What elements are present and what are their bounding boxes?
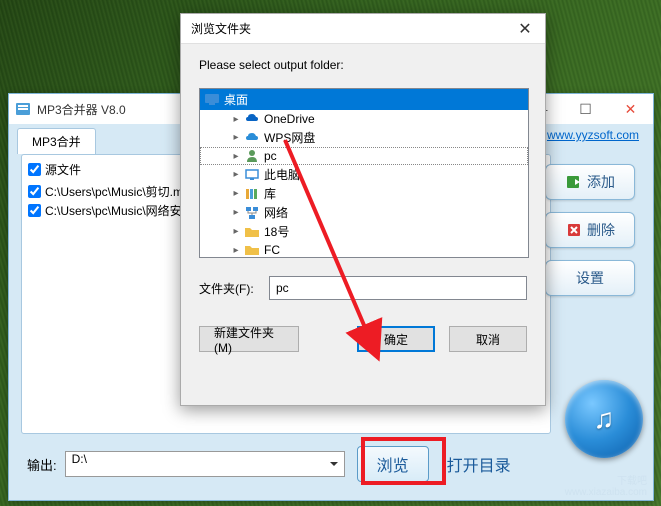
dialog-titlebar[interactable]: 浏览文件夹 ✕ bbox=[181, 14, 545, 44]
desktop-icon bbox=[204, 92, 220, 108]
folder-icon bbox=[244, 242, 260, 258]
tree-item[interactable]: ▸WPS网盘 bbox=[200, 128, 528, 147]
app-icon bbox=[15, 101, 31, 117]
file-header-label: 源文件 bbox=[45, 161, 81, 178]
cloud-icon bbox=[244, 130, 260, 146]
folder-name-input[interactable] bbox=[269, 276, 527, 300]
watermark: 下载吧 www.xiazaiba.com bbox=[565, 476, 647, 498]
expand-icon[interactable]: ▸ bbox=[230, 132, 242, 144]
disc-icon: ♫ bbox=[565, 380, 643, 458]
maximize-button[interactable]: ☐ bbox=[563, 94, 608, 124]
music-note-icon: ♫ bbox=[594, 403, 615, 435]
expand-icon[interactable]: ▸ bbox=[230, 150, 242, 162]
folder-field-label: 文件夹(F): bbox=[199, 280, 269, 297]
cancel-button[interactable]: 取消 bbox=[449, 326, 527, 352]
output-label: 输出: bbox=[27, 455, 57, 474]
tree-root[interactable]: 桌面 bbox=[200, 89, 528, 110]
expand-icon[interactable]: ▸ bbox=[230, 169, 242, 181]
cloud-icon bbox=[244, 111, 260, 127]
network-icon bbox=[244, 205, 260, 221]
folder-icon bbox=[244, 224, 260, 240]
user-icon bbox=[244, 148, 260, 164]
folder-tree[interactable]: 桌面 ▸OneDrive ▸WPS网盘 ▸pc ▸此电脑 ▸库 ▸网络 ▸18号… bbox=[199, 88, 529, 258]
tab-mp3-merge[interactable]: MP3合并 bbox=[17, 128, 96, 154]
expand-icon[interactable]: ▸ bbox=[230, 113, 242, 125]
file-checkbox[interactable] bbox=[28, 204, 41, 217]
settings-button[interactable]: 设置 bbox=[545, 260, 635, 296]
tree-item[interactable]: ▸网络 bbox=[200, 203, 528, 222]
file-path: C:\Users\pc\Music\网络安 bbox=[45, 202, 182, 219]
computer-icon bbox=[244, 167, 260, 183]
output-path-select[interactable]: D:\ bbox=[65, 451, 345, 477]
ok-button[interactable]: 确定 bbox=[357, 326, 435, 352]
expand-icon[interactable]: ▸ bbox=[230, 207, 242, 219]
tree-item[interactable]: ▸OneDrive bbox=[200, 110, 528, 128]
expand-icon[interactable]: ▸ bbox=[230, 226, 242, 238]
dialog-close-button[interactable]: ✕ bbox=[505, 14, 545, 44]
file-path: C:\Users\pc\Music\剪切.m bbox=[45, 183, 183, 200]
expand-icon[interactable]: ▸ bbox=[230, 188, 242, 200]
add-icon bbox=[565, 173, 583, 191]
library-icon bbox=[244, 186, 260, 202]
tree-item[interactable]: ▸此电脑 bbox=[200, 165, 528, 184]
close-button[interactable]: ✕ bbox=[608, 94, 653, 124]
dialog-title: 浏览文件夹 bbox=[191, 20, 505, 37]
select-all-checkbox[interactable] bbox=[28, 163, 41, 176]
delete-button[interactable]: 删除 bbox=[545, 212, 635, 248]
vendor-link[interactable]: www.yyzsoft.com bbox=[547, 128, 639, 142]
expand-icon[interactable]: ▸ bbox=[230, 244, 242, 256]
file-checkbox[interactable] bbox=[28, 185, 41, 198]
tree-item[interactable]: ▸库 bbox=[200, 184, 528, 203]
browse-button[interactable]: 浏览 bbox=[357, 446, 429, 482]
tree-item[interactable]: ▸FC bbox=[200, 241, 528, 258]
tree-item[interactable]: ▸18号 bbox=[200, 222, 528, 241]
open-directory-button[interactable]: 打开目录 bbox=[447, 452, 511, 476]
delete-icon bbox=[565, 221, 583, 239]
tree-item-selected[interactable]: ▸pc bbox=[200, 147, 528, 165]
dialog-prompt: Please select output folder: bbox=[199, 58, 527, 72]
browse-folder-dialog: 浏览文件夹 ✕ Please select output folder: 桌面 … bbox=[180, 13, 546, 406]
new-folder-button[interactable]: 新建文件夹(M) bbox=[199, 326, 299, 352]
add-button[interactable]: 添加 bbox=[545, 164, 635, 200]
